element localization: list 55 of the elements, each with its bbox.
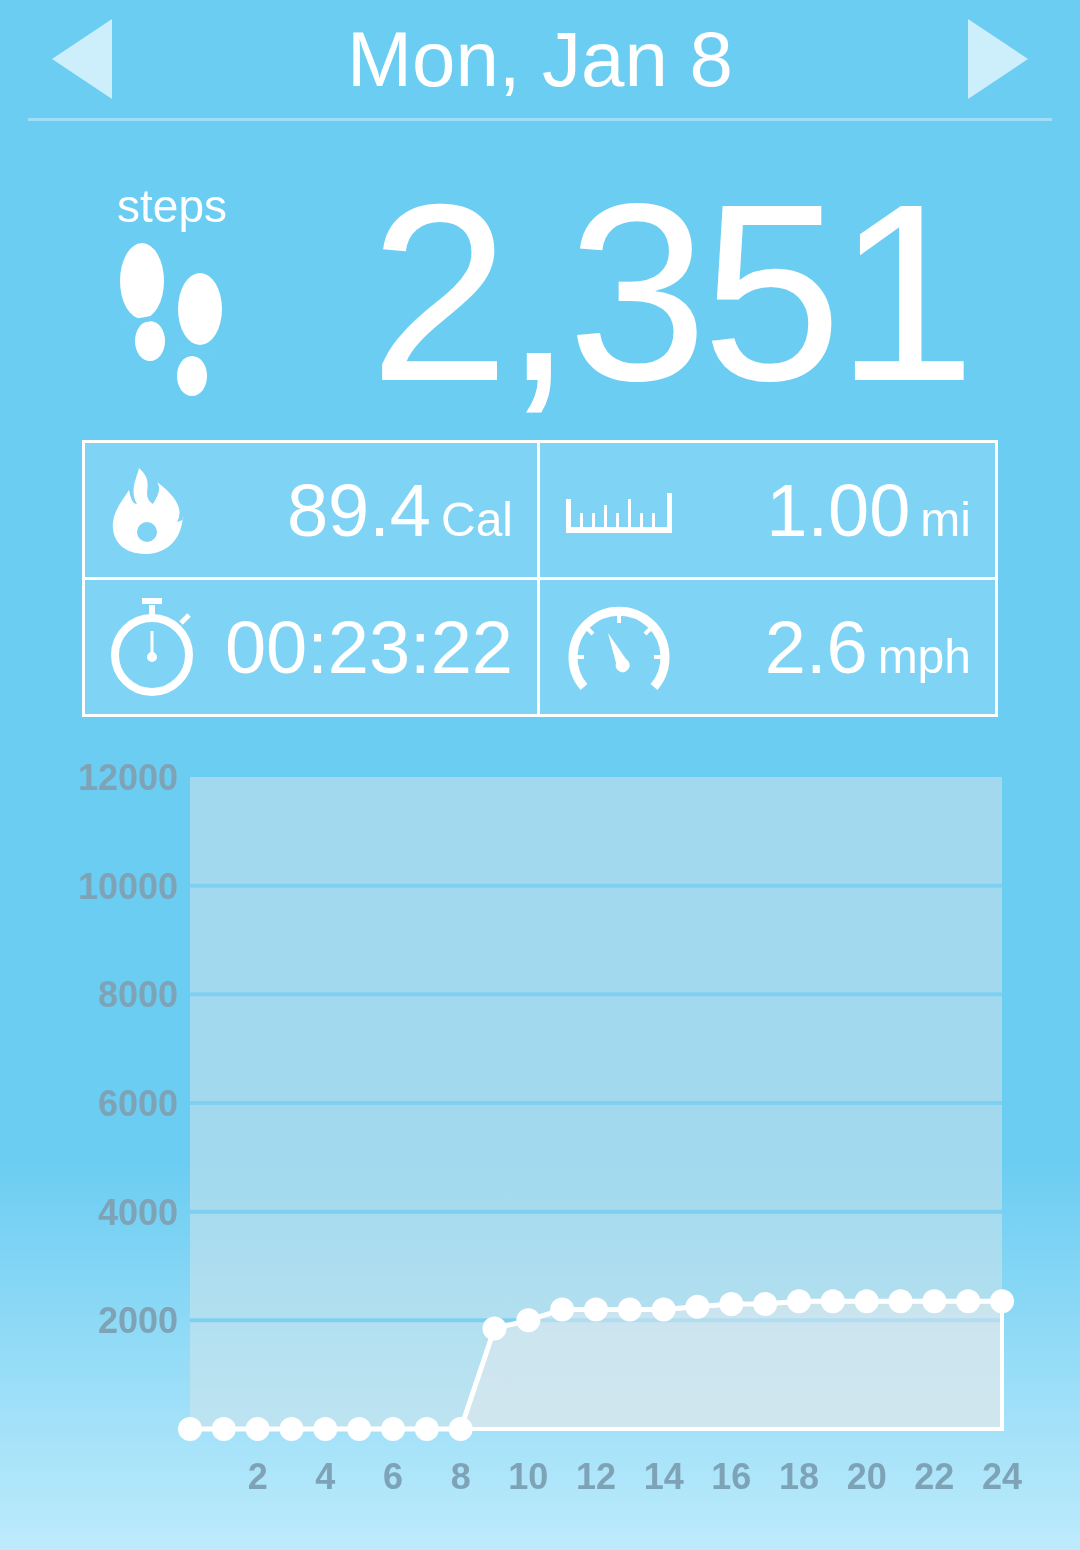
stat-unit: mi: [920, 491, 971, 547]
next-day-button[interactable]: [966, 17, 1030, 101]
data-point: [956, 1289, 981, 1314]
x-axis-label: 24: [982, 1456, 1022, 1497]
x-axis-label: 20: [846, 1456, 887, 1497]
data-point: [178, 1417, 202, 1441]
data-point: [381, 1417, 405, 1441]
steps-label: steps: [117, 179, 227, 233]
data-point: [482, 1316, 507, 1341]
data-point: [313, 1417, 338, 1441]
data-point: [347, 1417, 372, 1441]
x-axis-label: 10: [508, 1456, 549, 1497]
data-point: [279, 1417, 304, 1441]
x-axis-label: 16: [711, 1456, 752, 1497]
y-axis-label: 4000: [97, 1191, 178, 1233]
x-axis-label: 12: [576, 1456, 616, 1497]
x-axis-label: 14: [643, 1456, 684, 1497]
data-point: [888, 1289, 913, 1314]
data-point: [245, 1417, 270, 1441]
x-axis-label: 18: [779, 1456, 819, 1497]
y-axis-label: 12000: [77, 757, 178, 798]
stat-value: 89.4: [286, 467, 431, 553]
data-point: [617, 1297, 642, 1322]
data-point: [448, 1417, 473, 1441]
stat-unit: Cal: [440, 491, 513, 547]
x-axis-label: 8: [450, 1456, 471, 1497]
stat-value: 00:23:22: [224, 604, 513, 690]
data-point: [211, 1417, 236, 1441]
x-axis-label: 2: [247, 1456, 268, 1497]
y-axis-label: 2000: [97, 1300, 178, 1342]
step-count: 2,351: [369, 167, 970, 419]
data-point: [854, 1289, 879, 1314]
data-point: [685, 1294, 710, 1319]
stat-unit: mph: [877, 628, 971, 684]
data-point: [820, 1289, 845, 1314]
stat-value: 1.00: [766, 467, 911, 553]
date-title: Mon, Jan 8: [347, 13, 733, 105]
x-axis-label: 22: [914, 1456, 955, 1497]
y-axis-label: 8000: [97, 974, 178, 1016]
data-point: [719, 1292, 744, 1317]
data-point: [516, 1308, 541, 1333]
data-point: [753, 1292, 778, 1317]
data-point: [787, 1289, 811, 1314]
y-axis-label: 10000: [77, 865, 178, 907]
data-point: [990, 1289, 1014, 1314]
x-axis-label: 4: [315, 1456, 336, 1497]
x-axis-label: 6: [383, 1456, 403, 1497]
data-point: [651, 1297, 676, 1322]
data-point: [922, 1289, 947, 1314]
previous-day-button[interactable]: [50, 17, 114, 101]
data-point: [550, 1297, 575, 1322]
y-axis-label: 6000: [97, 1083, 178, 1124]
stat-value: 2.6: [764, 604, 868, 690]
data-point: [584, 1297, 608, 1322]
data-point: [414, 1417, 439, 1441]
